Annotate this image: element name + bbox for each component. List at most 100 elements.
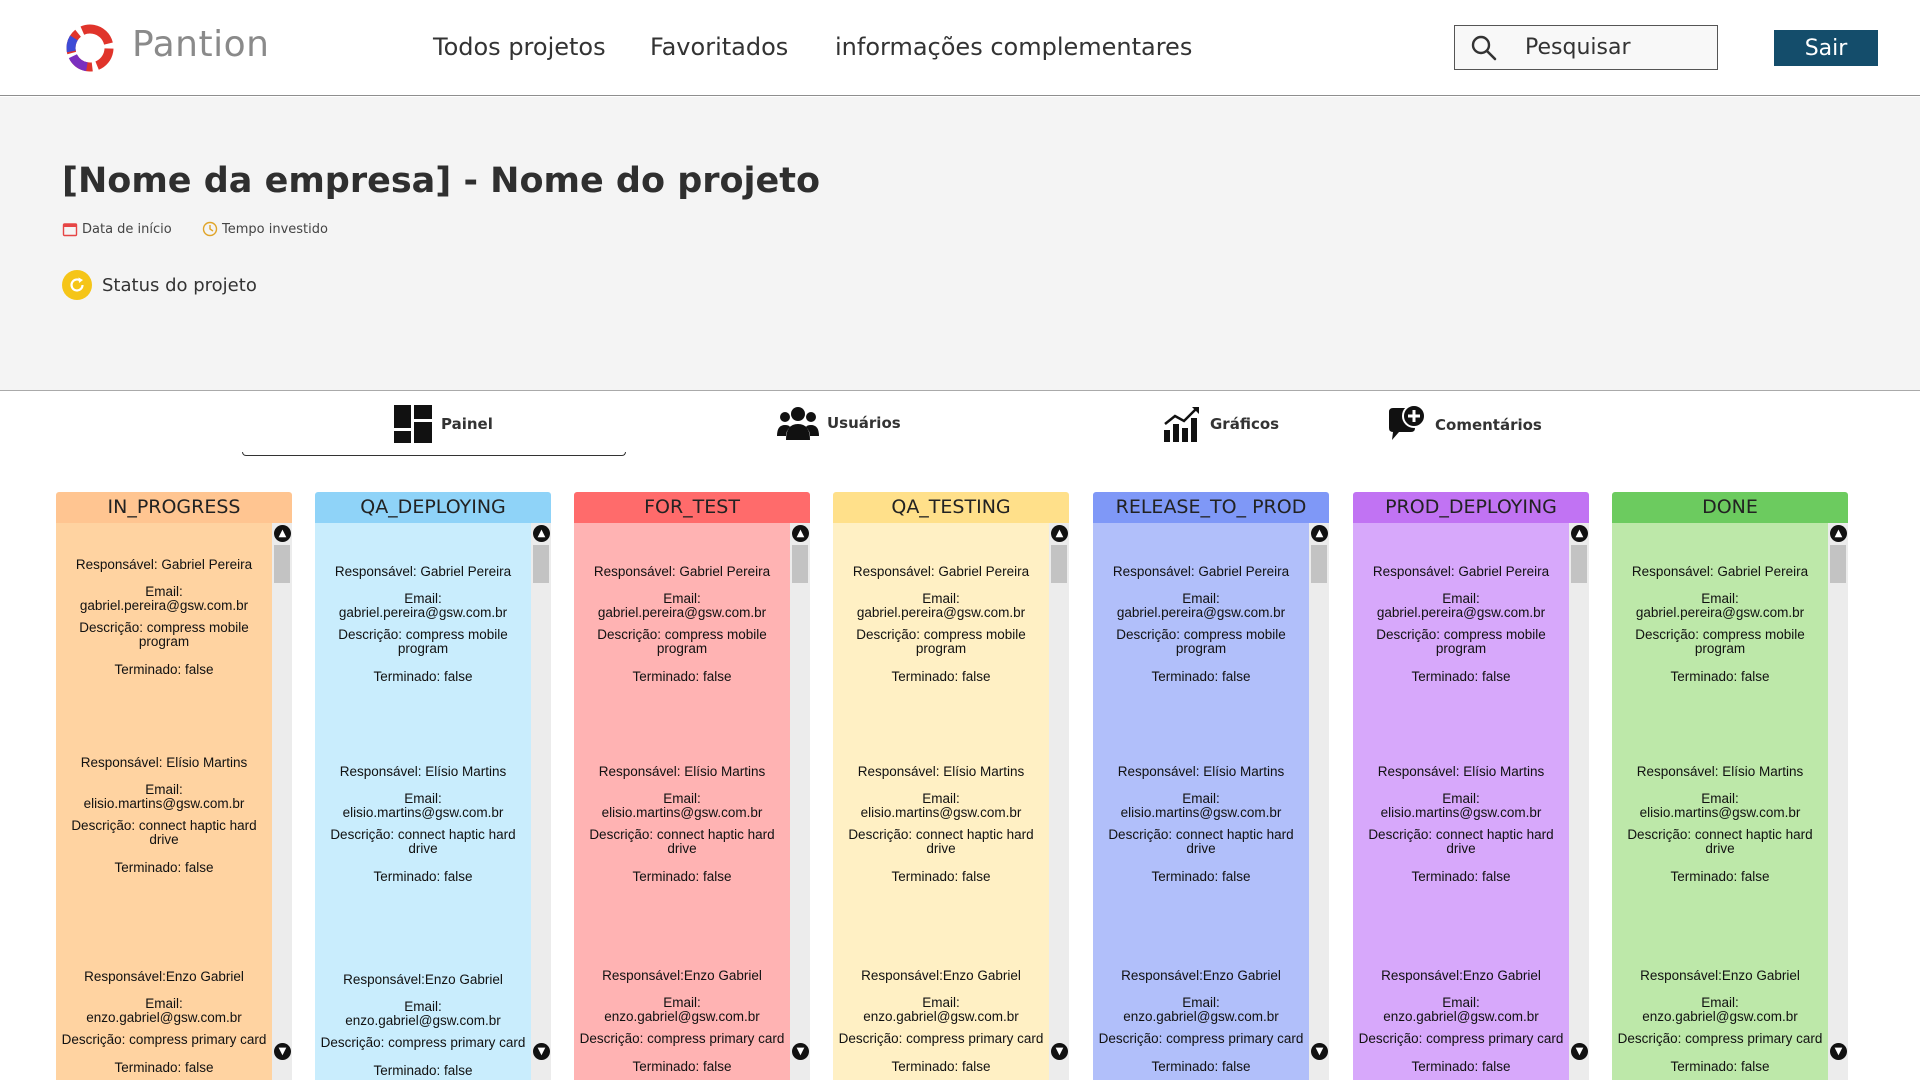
scroll-down-icon[interactable]: ▼ [274, 1043, 291, 1060]
task-card[interactable]: Responsável: Gabriel Pereira Email: gabrie… [1612, 565, 1828, 684]
logout-button[interactable]: Sair [1774, 30, 1878, 66]
card-email: elisio.martins@gsw.com.br [601, 805, 763, 820]
nav-link-all-projects[interactable]: Todos projetos [433, 33, 606, 61]
search-box[interactable] [1454, 25, 1718, 70]
task-card[interactable]: Responsável: Gabriel Pereira Email: gabrie… [56, 558, 272, 677]
task-card[interactable]: Responsável: Elísio Martins Email: elisio.… [574, 765, 790, 884]
task-card[interactable]: Responsável: Elísio Martins Email: elisio.… [1612, 765, 1828, 884]
card-email: elisio.martins@gsw.com.br [1639, 805, 1801, 820]
card-email-label: Email: [1701, 591, 1739, 606]
column-body[interactable]: Responsável: Gabriel Pereira Email: gabrie… [574, 523, 790, 1080]
card-email-label: Email: [1182, 791, 1220, 806]
scroll-down-icon[interactable]: ▼ [1830, 1043, 1847, 1060]
search-input[interactable] [1525, 30, 1705, 65]
brand-name[interactable]: Pantion [132, 24, 269, 65]
tab-comments-label: Comentários [1435, 416, 1542, 434]
kanban-column-prod-deploying: PROD_DEPLOYING Responsável: Gabriel Perei… [1353, 492, 1589, 1080]
time-invested-label: Tempo investido [222, 221, 328, 237]
card-email: gabriel.pereira@gsw.com.br [1376, 605, 1546, 620]
column-body[interactable]: Responsável: Gabriel Pereira Email: gabrie… [1353, 523, 1569, 1080]
task-card[interactable]: Responsável: Elísio Martins Email: elisio.… [56, 756, 272, 875]
scroll-up-icon[interactable]: ▲ [274, 525, 291, 542]
scrollbar-thumb[interactable] [1051, 545, 1067, 583]
card-email-label: Email: [145, 996, 183, 1011]
card-description: Descrição: compress mobile program [338, 627, 508, 656]
card-email: elisio.martins@gsw.com.br [1120, 805, 1282, 820]
column-scrollbar[interactable]: ▲ ▼ [272, 523, 292, 1080]
calendar-icon [62, 223, 78, 237]
task-card[interactable]: Responsável:Enzo Gabriel Email: enzo.gabri… [574, 969, 790, 1074]
card-email: elisio.martins@gsw.com.br [83, 796, 245, 811]
column-scrollbar[interactable]: ▲ ▼ [1569, 523, 1589, 1080]
tab-users[interactable]: Usuários [777, 404, 901, 442]
card-email: enzo.gabriel@gsw.com.br [345, 1013, 501, 1028]
card-description: Descrição: connect haptic hard drive [1108, 827, 1294, 856]
scrollbar-thumb[interactable] [792, 545, 808, 583]
task-card[interactable]: Responsável: Gabriel Pereira Email: gabrie… [1353, 565, 1569, 684]
task-card[interactable]: Responsável:Enzo Gabriel Email: enzo.gabri… [1612, 969, 1828, 1074]
task-card[interactable]: Responsável: Gabriel Pereira Email: gabrie… [574, 565, 790, 684]
column-scrollbar[interactable]: ▲ ▼ [1309, 523, 1329, 1080]
tab-charts[interactable]: Gráficos [1162, 404, 1279, 444]
task-card[interactable]: Responsável: Gabriel Pereira Email: gabrie… [315, 565, 531, 684]
scroll-up-icon[interactable]: ▲ [792, 525, 809, 542]
column-header: DONE [1612, 492, 1848, 523]
tab-comments[interactable]: Comentários [1385, 404, 1542, 446]
scrollbar-thumb[interactable] [1311, 545, 1327, 583]
column-body[interactable]: Responsável: Gabriel Pereira Email: gabrie… [1612, 523, 1828, 1080]
scrollbar-thumb[interactable] [1830, 545, 1846, 583]
scroll-down-icon[interactable]: ▼ [533, 1043, 550, 1060]
nav-link-favorites[interactable]: Favoritados [650, 33, 788, 61]
column-scrollbar[interactable]: ▲ ▼ [1828, 523, 1848, 1080]
scrollbar-thumb[interactable] [533, 545, 549, 583]
kanban-column-release-to-prod: RELEASE_TO_ PROD Responsável: Gabriel Per… [1093, 492, 1329, 1080]
scroll-down-icon[interactable]: ▼ [1051, 1043, 1068, 1060]
card-description: Descrição: compress mobile program [1376, 627, 1546, 656]
search-icon [1471, 35, 1497, 61]
column-body[interactable]: Responsável: Gabriel Pereira Email: gabrie… [56, 523, 272, 1080]
task-card[interactable]: Responsável:Enzo Gabriel Email: enzo.gabri… [1353, 969, 1569, 1074]
column-scrollbar[interactable]: ▲ ▼ [531, 523, 551, 1080]
tab-panel[interactable]: Painel [393, 404, 493, 444]
scrollbar-thumb[interactable] [274, 545, 290, 583]
card-email: elisio.martins@gsw.com.br [342, 805, 504, 820]
task-card[interactable]: Responsável:Enzo Gabriel Email: enzo.gabri… [315, 973, 531, 1078]
pantion-logo-icon[interactable] [64, 22, 116, 74]
task-card[interactable]: Responsável: Gabriel Pereira Email: gabrie… [833, 565, 1049, 684]
task-card[interactable]: Responsável: Elísio Martins Email: elisio.… [1353, 765, 1569, 884]
scroll-down-icon[interactable]: ▼ [1571, 1043, 1588, 1060]
column-scrollbar[interactable]: ▲ ▼ [1049, 523, 1069, 1080]
card-email-label: Email: [145, 782, 183, 797]
task-card[interactable]: Responsável:Enzo Gabriel Email: enzo.gabri… [1093, 969, 1309, 1074]
nav-link-extra-info[interactable]: informações complementares [835, 33, 1192, 61]
column-body[interactable]: Responsável: Gabriel Pereira Email: gabrie… [833, 523, 1049, 1080]
column-header: PROD_DEPLOYING [1353, 492, 1589, 523]
card-email-label: Email: [404, 999, 442, 1014]
task-card[interactable]: Responsável:Enzo Gabriel Email: enzo.gabri… [56, 970, 272, 1075]
scrollbar-thumb[interactable] [1571, 545, 1587, 583]
scroll-up-icon[interactable]: ▲ [1830, 525, 1847, 542]
kanban-column-for-test: FOR_TEST Responsável: Gabriel Pereira Emai… [574, 492, 810, 1080]
card-description: Descrição: compress mobile program [856, 627, 1026, 656]
card-responsible: Responsável: Gabriel Pereira [75, 557, 253, 572]
card-email-label: Email: [1701, 995, 1739, 1010]
task-card[interactable]: Responsável: Gabriel Pereira Email: gabrie… [1093, 565, 1309, 684]
column-scrollbar[interactable]: ▲ ▼ [790, 523, 810, 1080]
card-responsible: Responsável: Gabriel Pereira [1372, 564, 1550, 579]
card-finished-status: Terminado: false [1670, 669, 1770, 684]
start-date: Data de início [62, 221, 172, 237]
task-card[interactable]: Responsável: Elísio Martins Email: elisio.… [315, 765, 531, 884]
column-body[interactable]: Responsável: Gabriel Pereira Email: gabrie… [315, 523, 531, 1080]
column-body[interactable]: Responsável: Gabriel Pereira Email: gabrie… [1093, 523, 1309, 1080]
scroll-up-icon[interactable]: ▲ [1571, 525, 1588, 542]
task-card[interactable]: Responsável: Elísio Martins Email: elisio.… [1093, 765, 1309, 884]
scroll-up-icon[interactable]: ▲ [533, 525, 550, 542]
scroll-down-icon[interactable]: ▼ [792, 1043, 809, 1060]
scroll-up-icon[interactable]: ▲ [1311, 525, 1328, 542]
scroll-down-icon[interactable]: ▼ [1311, 1043, 1328, 1060]
scroll-up-icon[interactable]: ▲ [1051, 525, 1068, 542]
task-card[interactable]: Responsável: Elísio Martins Email: elisio.… [833, 765, 1049, 884]
card-description: Descrição: compress primary card [1098, 1031, 1304, 1046]
card-description: Descrição: connect haptic hard drive [330, 827, 516, 856]
task-card[interactable]: Responsável:Enzo Gabriel Email: enzo.gabri… [833, 969, 1049, 1074]
